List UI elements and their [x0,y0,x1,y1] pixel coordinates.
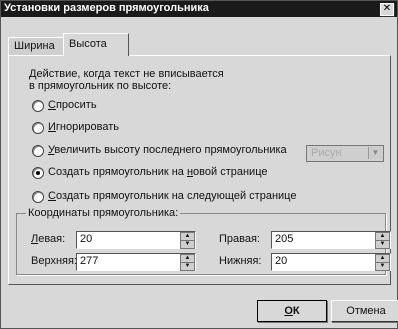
right-spin-input[interactable]: 205 ▲ ▼ [271,231,391,249]
dialog-window: Установки размеров прямоугольника ✕ Шири… [0,0,398,329]
window-title: Установки размеров прямоугольника [4,2,209,14]
action-heading-line2: в прямоугольник по высоте: [29,80,172,92]
bottom-label: Нижняя: [219,255,262,267]
radio-next-page-label[interactable]: Создать прямоугольник на следующей стран… [48,190,296,202]
spin-down-icon[interactable]: ▼ [375,262,390,271]
coordinates-group-title: Координаты прямоугольника: [26,207,181,219]
close-icon[interactable]: ✕ [380,3,394,16]
rectangle-select: Рисун ▼ [306,145,384,162]
radio-new-page-indicator[interactable] [32,167,44,179]
top-spin-input[interactable]: 277 ▲ ▼ [76,253,196,271]
bottom-spin-input[interactable]: 20 ▲ ▼ [271,253,391,271]
ok-button[interactable]: ОК [257,300,327,322]
tab-height[interactable]: Высота [63,33,129,56]
radio-ask-indicator[interactable] [32,100,44,112]
radio-increase-height-label[interactable]: Увеличить высоту последнего прямоугольни… [48,144,287,156]
top-label: Верхняя: [31,255,77,267]
title-bar[interactable]: Установки размеров прямоугольника ✕ [1,1,397,17]
radio-next-page-indicator[interactable] [32,191,44,203]
action-heading-line1: Действие, когда текст не вписывается [29,68,224,80]
radio-new-page-label[interactable]: Создать прямоугольник на новой странице [48,166,268,178]
rectangle-select-value: Рисун [311,147,342,159]
right-label: Правая: [219,233,260,245]
radio-increase-height-indicator[interactable] [32,145,44,157]
right-value[interactable]: 205 [275,233,293,245]
left-label: Левая: [31,233,66,245]
radio-ignore-label[interactable]: Игнорировать [48,121,119,133]
left-value[interactable]: 20 [80,233,92,245]
bottom-value[interactable]: 20 [275,255,287,267]
radio-ignore-indicator[interactable] [32,122,44,134]
radio-ask-label[interactable]: Спросить [48,99,97,111]
cancel-button[interactable]: Отмена [331,300,398,322]
left-spin-input[interactable]: 20 ▲ ▼ [76,231,196,249]
spin-down-icon[interactable]: ▼ [375,240,390,249]
top-value[interactable]: 277 [80,255,98,267]
chevron-down-icon: ▼ [368,147,382,159]
spin-down-icon[interactable]: ▼ [180,240,195,249]
spin-down-icon[interactable]: ▼ [180,262,195,271]
